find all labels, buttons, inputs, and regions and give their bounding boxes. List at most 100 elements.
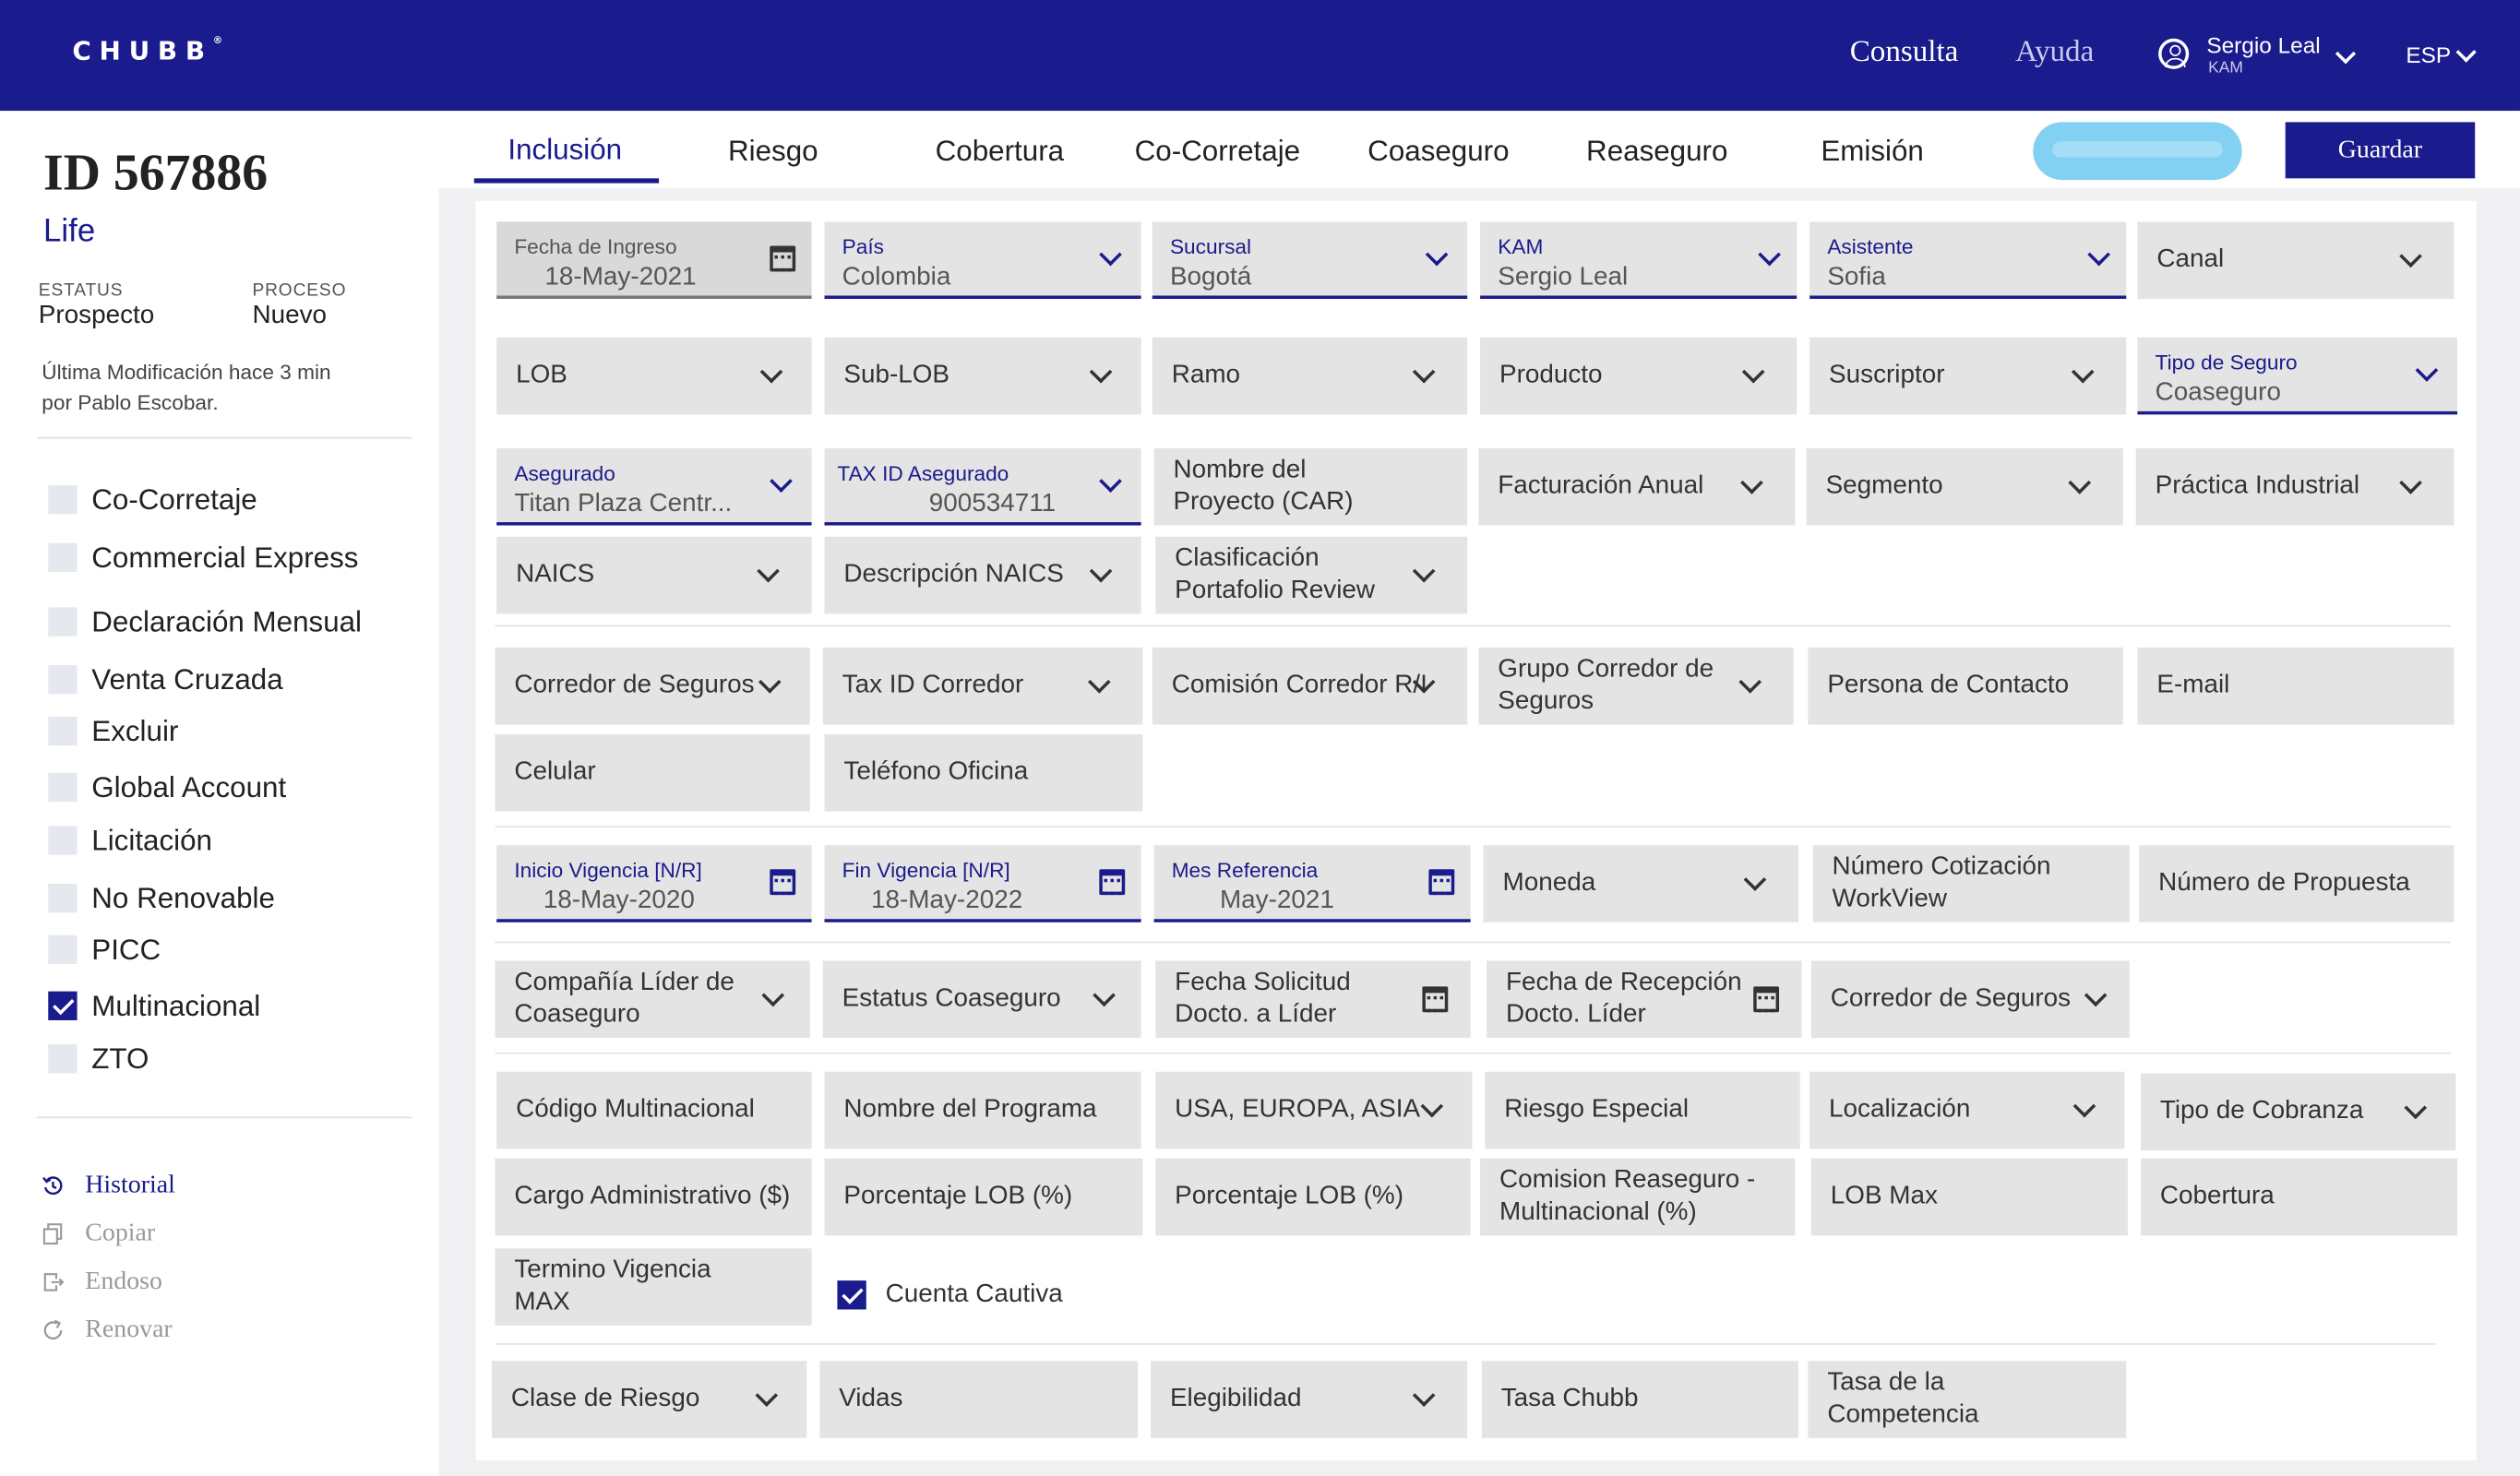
checkbox-icon[interactable] (48, 883, 78, 913)
tab-cobertura[interactable]: Cobertura (936, 135, 1064, 169)
checkbox-global-account[interactable]: Global Account (48, 768, 286, 807)
telefono-oficina-input[interactable]: Teléfono Oficina (824, 733, 1143, 812)
practica-industrial-select[interactable]: Práctica Industrial (2135, 447, 2454, 526)
tab-co-corretaje[interactable]: Co-Corretaje (1135, 135, 1300, 169)
checkbox-multinacional[interactable]: Multinacional (48, 986, 260, 1025)
tab-emision[interactable]: Emisión (1821, 135, 1924, 169)
user-name[interactable]: Sergio Leal (2206, 32, 2320, 58)
sub-lob-select[interactable]: Sub-LOB (824, 337, 1141, 415)
porcentaje-lob-1-input[interactable]: Porcentaje LOB (%) (824, 1158, 1143, 1236)
numero-propuesta-input[interactable]: Número de Propuesta (2139, 845, 2454, 922)
checkbox-icon[interactable] (48, 772, 78, 803)
riesgo-especial-input[interactable]: Riesgo Especial (1485, 1071, 1800, 1149)
canal-select[interactable]: Canal (2137, 221, 2454, 299)
checkbox-icon[interactable] (48, 716, 78, 746)
tab-reaseguro[interactable]: Reaseguro (1586, 135, 1727, 169)
action-renovar[interactable]: Renovar (42, 1315, 173, 1347)
checkbox-icon[interactable] (48, 542, 78, 573)
numero-cotizacion-input[interactable]: Número Cotización WorkView (1812, 845, 2130, 922)
user-menu-chevron-icon[interactable] (2335, 43, 2357, 65)
checkbox-picc[interactable]: PICC (48, 930, 161, 969)
email-input[interactable]: E-mail (2137, 647, 2454, 725)
grupo-corredor-select[interactable]: Grupo Corredor de Seguros (1478, 647, 1794, 725)
regiones-select[interactable]: USA, EUROPA, ASIA (1155, 1071, 1473, 1149)
calendar-icon[interactable] (1428, 869, 1455, 896)
user-icon[interactable] (2158, 38, 2190, 69)
clasificacion-portafolio-select[interactable]: Clasificación Portafolio Review (1155, 536, 1468, 614)
cobertura-input[interactable]: Cobertura (2140, 1158, 2458, 1236)
nav-consulta[interactable]: Consulta (1850, 35, 1959, 70)
corredor-seguros-select[interactable]: Corredor de Seguros (495, 647, 810, 725)
mes-referencia-date[interactable]: Mes Referencia May-2021 (1153, 845, 1471, 922)
checkbox-icon[interactable] (48, 1044, 78, 1074)
calendar-icon[interactable] (1422, 986, 1449, 1013)
celular-input[interactable]: Celular (495, 733, 810, 812)
comision-reaseguro-input[interactable]: Comision Reaseguro - Multinacional (%) (1480, 1158, 1796, 1236)
asegurado-select[interactable]: Asegurado Titan Plaza Centr... (496, 447, 812, 526)
calendar-icon[interactable] (1099, 869, 1126, 896)
fecha-recepcion-date[interactable]: Fecha de Recepción Docto. Líder (1487, 960, 1802, 1039)
checkbox-icon[interactable] (48, 826, 78, 855)
localizacion-select[interactable]: Localización (1809, 1071, 2125, 1149)
checkbox-co-corretaje[interactable]: Co-Corretaje (48, 481, 257, 519)
facturacion-anual-select[interactable]: Facturación Anual (1478, 447, 1796, 526)
checkbox-zto[interactable]: ZTO (48, 1040, 149, 1078)
chubb-logo[interactable]: CHUBB® (72, 35, 222, 65)
termino-vigencia-input[interactable]: Termino Vigencia MAX (495, 1248, 812, 1326)
compania-lider-select[interactable]: Compañía Líder de Coaseguro (495, 960, 810, 1039)
descripcion-naics-select[interactable]: Descripción NAICS (824, 536, 1141, 614)
clase-riesgo-select[interactable]: Clase de Riesgo (491, 1361, 807, 1438)
tasa-chubb-input[interactable]: Tasa Chubb (1481, 1361, 1798, 1438)
tab-coaseguro[interactable]: Coaseguro (1367, 135, 1509, 169)
persona-contacto-input[interactable]: Persona de Contacto (1808, 647, 2123, 725)
action-endoso[interactable]: Endoso (42, 1266, 162, 1298)
checkbox-icon[interactable] (48, 665, 78, 695)
checkbox-checked-icon[interactable] (837, 1280, 866, 1310)
nombre-proyecto-input[interactable]: Nombre del Proyecto (CAR) (1153, 447, 1468, 526)
porcentaje-lob-2-input[interactable]: Porcentaje LOB (%) (1155, 1158, 1471, 1236)
tax-id-asegurado-select[interactable]: TAX ID Asegurado 900534711 (824, 447, 1141, 526)
codigo-multinacional-input[interactable]: Código Multinacional (496, 1071, 812, 1149)
nombre-programa-input[interactable]: Nombre del Programa (824, 1071, 1141, 1149)
corredor-seguros-2-select[interactable]: Corredor de Seguros (1810, 960, 2130, 1039)
checkbox-declaracion-mensual[interactable]: Declaración Mensual (48, 602, 362, 641)
checkbox-excluir[interactable]: Excluir (48, 712, 178, 751)
nav-ayuda[interactable]: Ayuda (2015, 35, 2094, 70)
moneda-select[interactable]: Moneda (1483, 845, 1798, 922)
estatus-coaseguro-select[interactable]: Estatus Coaseguro (822, 960, 1141, 1039)
language-selector[interactable]: ESP (2406, 42, 2451, 67)
tipo-cobranza-select[interactable]: Tipo de Cobranza (2140, 1073, 2456, 1151)
tax-id-corredor-select[interactable]: Tax ID Corredor (822, 647, 1143, 725)
tipo-seguro-select[interactable]: Tipo de Seguro Coaseguro (2137, 337, 2458, 415)
calendar-icon[interactable] (770, 245, 796, 272)
tasa-competencia-input[interactable]: Tasa de la Competencia (1808, 1361, 2127, 1438)
asistente-select[interactable]: Asistente Sofia (1809, 221, 2127, 299)
cuenta-cautiva-checkbox[interactable]: Cuenta Cautiva (837, 1278, 1063, 1313)
checkbox-no-renovable[interactable]: No Renovable (48, 879, 275, 918)
checkbox-icon[interactable] (48, 607, 78, 637)
action-copiar[interactable]: Copiar (42, 1218, 155, 1250)
checkbox-commercial-express[interactable]: Commercial Express (48, 538, 358, 577)
action-historial[interactable]: Historial (42, 1170, 175, 1202)
tab-riesgo[interactable]: Riesgo (728, 135, 818, 169)
lob-select[interactable]: LOB (496, 337, 812, 415)
pais-select[interactable]: País Colombia (824, 221, 1141, 299)
checkbox-icon[interactable] (48, 484, 78, 515)
kam-select[interactable]: KAM Sergio Leal (1480, 221, 1797, 299)
naics-select[interactable]: NAICS (496, 536, 812, 614)
checkbox-venta-cruzada[interactable]: Venta Cruzada (48, 661, 283, 699)
vidas-input[interactable]: Vidas (819, 1361, 1139, 1438)
checkbox-licitacion[interactable]: Licitación (48, 821, 212, 860)
suscriptor-select[interactable]: Suscriptor (1809, 337, 2127, 415)
lob-max-input[interactable]: LOB Max (1810, 1158, 2129, 1236)
calendar-icon[interactable] (770, 869, 796, 896)
sucursal-select[interactable]: Sucursal Bogotá (1152, 221, 1468, 299)
cargo-administrativo-input[interactable]: Cargo Administrativo ($) (495, 1158, 812, 1236)
checkbox-checked-icon[interactable] (48, 991, 78, 1020)
elegibilidad-select[interactable]: Elegibilidad (1151, 1361, 1468, 1438)
language-chevron-icon[interactable] (2455, 42, 2477, 63)
save-button[interactable]: Guardar (2285, 122, 2476, 179)
comision-corredor-select[interactable]: Comisión Corredor R/I (1152, 647, 1468, 725)
ramo-select[interactable]: Ramo (1152, 337, 1468, 415)
inicio-vigencia-date[interactable]: Inicio Vigencia [N/R] 18-May-2020 (496, 845, 812, 922)
